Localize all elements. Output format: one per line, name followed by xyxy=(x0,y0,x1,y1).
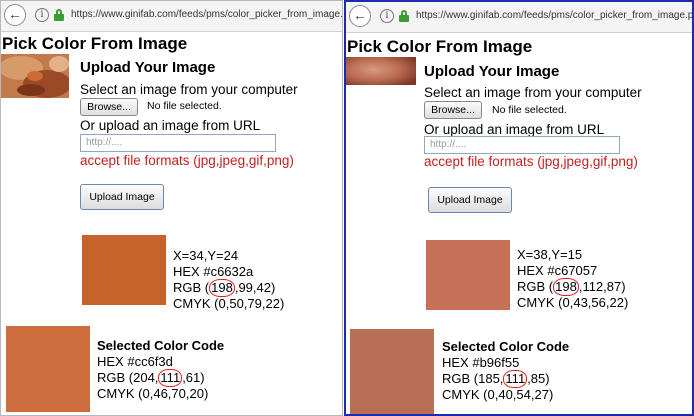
no-file-label: No file selected. xyxy=(492,104,567,116)
browse-button[interactable]: Browse... xyxy=(424,101,482,119)
url-text[interactable]: https://www.ginifab.com/feeds/pms/color_… xyxy=(71,9,342,20)
no-file-label: No file selected. xyxy=(147,100,222,112)
highlight-circle: 111 xyxy=(158,369,183,387)
lock-icon xyxy=(54,9,64,22)
image-thumbnail xyxy=(1,54,69,98)
page-content: Pick Color From Image Upload Your Image … xyxy=(1,32,342,415)
info-icon[interactable]: i xyxy=(35,8,49,22)
image-url-input[interactable]: http://.... xyxy=(424,136,620,154)
selected-rgb: RGB (185, 111,85) xyxy=(442,370,550,388)
selected-color-info: Selected Color Code HEX #cc6f3d RGB (204… xyxy=(97,338,224,402)
picked-color-info: X=38,Y=15 HEX #c67057 RGB (198,112,87) C… xyxy=(517,247,628,311)
address-bar: ← i https://www.ginifab.com/feeds/pms/co… xyxy=(1,1,342,32)
page-title: Pick Color From Image xyxy=(2,34,188,53)
upload-heading: Upload Your Image xyxy=(424,63,560,80)
screenshot-panel-right: ← i https://www.ginifab.com/feeds/pms/co… xyxy=(344,0,694,416)
info-icon[interactable]: i xyxy=(380,9,394,23)
file-formats-note: accept file formats (jpg,jpeg,gif,png) xyxy=(80,153,294,168)
picked-hex: HEX #c6632a xyxy=(173,264,254,279)
selected-color-info: Selected Color Code HEX #b96f55 RGB (185… xyxy=(442,339,569,403)
picked-hex: HEX #c67057 xyxy=(517,263,598,278)
screenshot-panel-left: ← i https://www.ginifab.com/feeds/pms/co… xyxy=(0,0,343,416)
selected-hex: HEX #b96f55 xyxy=(442,355,520,370)
select-image-label: Select an image from your computer xyxy=(80,82,298,97)
picked-rgb: RGB (198,99,42) xyxy=(173,279,276,297)
or-url-label: Or upload an image from URL xyxy=(424,122,605,137)
picked-color-swatch xyxy=(82,235,166,305)
image-url-input[interactable]: http://.... xyxy=(80,134,276,152)
back-arrow-icon[interactable]: ← xyxy=(349,5,371,27)
page-title: Pick Color From Image xyxy=(347,37,533,56)
picked-cmyk: CMYK (0,43,56,22) xyxy=(517,295,629,310)
file-formats-note: accept file formats (jpg,jpeg,gif,png) xyxy=(424,154,638,169)
selected-cmyk: CMYK (0,46,70,20) xyxy=(97,386,209,401)
selected-color-heading: Selected Color Code xyxy=(442,339,570,354)
selected-color-swatch xyxy=(6,326,90,412)
page-content: Pick Color From Image Upload Your Image … xyxy=(346,33,692,414)
upload-image-button[interactable]: Upload Image xyxy=(80,184,164,210)
selected-color-heading: Selected Color Code xyxy=(97,338,225,353)
selected-cmyk: CMYK (0,40,54,27) xyxy=(442,387,554,402)
address-bar: ← i https://www.ginifab.com/feeds/pms/co… xyxy=(346,2,692,33)
picked-coords: X=34,Y=24 xyxy=(173,248,239,263)
image-thumbnail xyxy=(346,57,416,85)
picked-rgb: RGB (198,112,87) xyxy=(517,278,626,296)
back-arrow-icon[interactable]: ← xyxy=(4,4,26,26)
highlight-circle: 111 xyxy=(503,370,528,388)
picked-coords: X=38,Y=15 xyxy=(517,247,583,262)
selected-hex: HEX #cc6f3d xyxy=(97,354,173,369)
selected-rgb: RGB (204, 111,61) xyxy=(97,369,205,387)
url-text[interactable]: https://www.ginifab.com/feeds/pms/color_… xyxy=(416,10,692,21)
lock-icon xyxy=(399,10,409,23)
select-image-label: Select an image from your computer xyxy=(424,85,642,100)
picked-color-swatch xyxy=(426,240,510,310)
selected-color-swatch xyxy=(350,329,434,414)
picked-color-info: X=34,Y=24 HEX #c6632a RGB (198,99,42) CM… xyxy=(173,248,284,312)
browse-button[interactable]: Browse... xyxy=(80,98,138,116)
highlight-circle: 198 xyxy=(553,278,579,296)
upload-heading: Upload Your Image xyxy=(80,59,216,76)
upload-image-button[interactable]: Upload Image xyxy=(428,187,512,213)
picked-cmyk: CMYK (0,50,79,22) xyxy=(173,296,285,311)
or-url-label: Or upload an image from URL xyxy=(80,118,261,133)
highlight-circle: 198 xyxy=(209,279,235,297)
